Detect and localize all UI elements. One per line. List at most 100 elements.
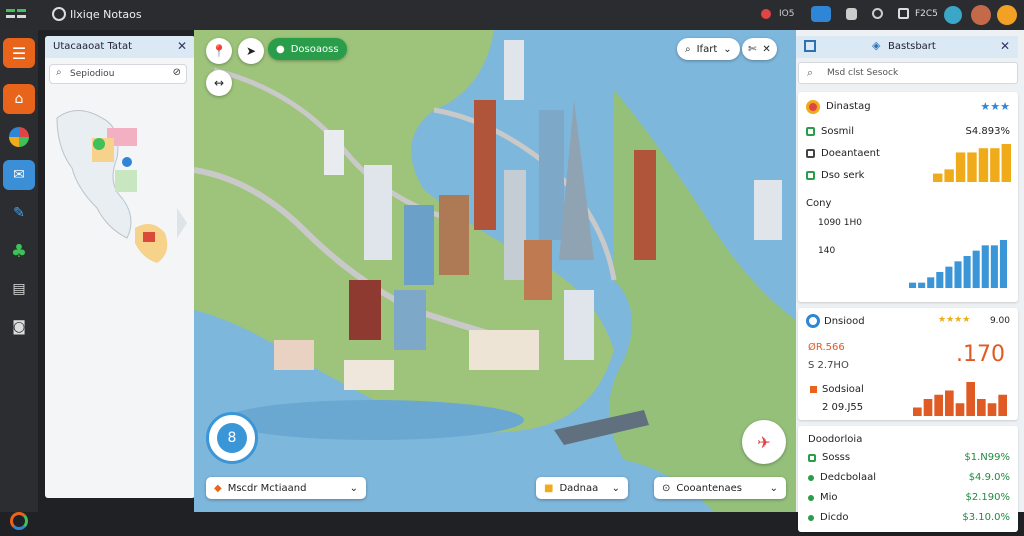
list-item-label: Mio: [820, 492, 838, 503]
list-item[interactable]: Dedcbolaal: [808, 472, 876, 483]
layers-button[interactable]: ⌕ Ifart ⌄: [677, 38, 740, 60]
settings-icon[interactable]: ☰: [3, 38, 35, 68]
place-select[interactable]: ■ Dadnaa ⌄: [536, 477, 628, 499]
card2-bar: [981, 245, 989, 288]
close-icon[interactable]: ✕: [1000, 39, 1010, 53]
card3-bar-chart: [913, 382, 1007, 416]
alert-icon[interactable]: [761, 9, 771, 19]
map-tools-button[interactable]: ✄ ✕: [742, 38, 777, 60]
card3-bar: [913, 407, 922, 416]
city-illustration: [194, 30, 796, 512]
check-icon: [808, 453, 816, 462]
card1-rating: ★★★: [980, 100, 1010, 113]
search-select[interactable]: ⊙ Cooantenaes ⌄: [654, 477, 786, 499]
card2-bar: [927, 277, 935, 288]
card3-rating: ★★★★: [938, 315, 971, 325]
profile-icon[interactable]: [997, 5, 1017, 25]
region-icon: ◆: [214, 482, 222, 494]
panel-search-placeholder: Msd clst Sesock: [827, 68, 899, 78]
green-dot-icon: [808, 514, 814, 521]
list-item[interactable]: Sosss: [808, 452, 850, 463]
clear-icon[interactable]: ⊘: [173, 67, 181, 78]
card2-row-1: 1090 1H0: [818, 218, 862, 228]
user-icon[interactable]: ◙: [3, 312, 35, 342]
place-select-label: Dadnaa: [559, 482, 599, 494]
card3-bar: [966, 382, 975, 416]
close-icon: ✕: [762, 43, 771, 55]
time-text: F2C5: [915, 9, 938, 19]
card2-bar: [909, 282, 917, 288]
directions-button[interactable]: ➤: [238, 38, 264, 64]
list-item-label: Dicdo: [820, 512, 849, 523]
card1-bar: [933, 173, 943, 182]
list-item[interactable]: Mio: [808, 492, 838, 503]
refresh-icon[interactable]: [872, 8, 883, 19]
compass-button[interactable]: ✈: [742, 420, 786, 464]
green-dot-icon: [808, 474, 814, 481]
stats-card-1[interactable]: Dinastag ★★★ Sosmil S4.893% Doeantaent D…: [798, 92, 1018, 302]
card3-bar: [977, 399, 986, 416]
green-dot-icon: [808, 494, 814, 501]
card1-row-1-value: S4.893%: [965, 126, 1010, 137]
search-select-label: Cooantenaes: [676, 482, 742, 494]
card3-bar: [945, 390, 954, 416]
card3-big-value: .170: [956, 342, 1005, 367]
app-logo-icon: [52, 7, 66, 21]
list-item-value: $3.10.0%: [962, 512, 1010, 523]
list-item-label: Dedcbolaal: [820, 472, 876, 483]
right-panel-title: Bastsbart: [888, 41, 936, 52]
location-chip[interactable]: ● Dosoaoss: [268, 38, 347, 60]
region-select[interactable]: ◆ Mscdr Mctiaand ⌄: [206, 477, 366, 499]
map-view[interactable]: 📍 ➤ ↔ ● Dosoaoss ⌕ Ifart ⌄ ✄ ✕ 8 ✈ ◆ Msc…: [194, 30, 796, 512]
card2-bar: [972, 250, 980, 288]
card3-rating-value: 9.00: [989, 316, 1010, 326]
card1-bar: [1001, 144, 1011, 182]
chart-icon[interactable]: [3, 122, 35, 152]
card3-bar: [998, 394, 1007, 416]
screen-icon[interactable]: [898, 8, 909, 19]
bookmark-icon: ◈: [872, 39, 881, 52]
map-info-badge[interactable]: 8: [206, 412, 258, 464]
panel-toggle-icon[interactable]: [804, 40, 816, 52]
doc-icon: [806, 149, 815, 158]
shield-icon[interactable]: [846, 8, 857, 20]
compass-icon[interactable]: [3, 506, 35, 536]
mini-map[interactable]: [47, 88, 193, 288]
globe-icon[interactable]: [944, 6, 962, 24]
filter-panel: Utacaaoat Tatat ✕ ⌕ Sepiodiou ⊘: [45, 36, 195, 498]
map-pin-button[interactable]: 📍: [206, 38, 232, 64]
stats-card-2[interactable]: Dnsiood ★★★★ 9.00 ØR.566 S 2.7HO Sodsioa…: [798, 308, 1018, 420]
tools-icon[interactable]: ✎: [3, 198, 35, 228]
card3-row-1: ØR.566: [808, 342, 845, 353]
title-bar: Ilxiqe Notaos IO5 F2C5: [0, 0, 1024, 30]
card1-row-1: Sosmil: [806, 126, 854, 137]
list-item[interactable]: Dicdo: [808, 512, 848, 523]
menu-icon[interactable]: [6, 9, 28, 21]
card1-bar: [955, 152, 966, 182]
layers-button-label: Ifart: [696, 43, 718, 55]
search-icon: ⌕: [807, 66, 814, 79]
chat-icon[interactable]: ✉: [3, 160, 35, 190]
close-icon[interactable]: ✕: [177, 39, 187, 53]
card1-bar: [990, 148, 1000, 182]
home-icon[interactable]: ⌂: [3, 84, 35, 114]
card3-row-3: Sodsioal: [822, 384, 864, 395]
card3-logo-icon: [806, 314, 820, 328]
card3-title: Dnsiood: [824, 316, 865, 327]
camera-icon[interactable]: [811, 6, 831, 22]
grid-icon[interactable]: ▤: [3, 274, 35, 304]
side-rail: ☰ ⌂ ✉ ✎ ♣ ▤ ◙: [0, 30, 38, 530]
card1-logo-icon: [806, 100, 820, 114]
clover-icon[interactable]: ♣: [3, 236, 35, 266]
check-icon: [806, 171, 815, 180]
layers-icon: ⌕: [685, 43, 691, 55]
search-input[interactable]: ⌕ Sepiodiou ⊘: [49, 64, 187, 84]
avatar[interactable]: [971, 5, 991, 25]
route-button[interactable]: ↔: [206, 70, 232, 96]
summary-list[interactable]: Doodorloia Sosss $1.N99% Dedcbolaal $4.9…: [798, 426, 1018, 532]
chevron-down-icon: ⌄: [769, 482, 778, 494]
search-icon: ⊙: [662, 482, 671, 494]
panel-search-input[interactable]: ⌕ Msd clst Sesock: [798, 62, 1018, 84]
right-panel-header: ◈ Bastsbart ✕: [796, 36, 1018, 58]
card3-row-2: S 2.7HO: [808, 360, 849, 371]
